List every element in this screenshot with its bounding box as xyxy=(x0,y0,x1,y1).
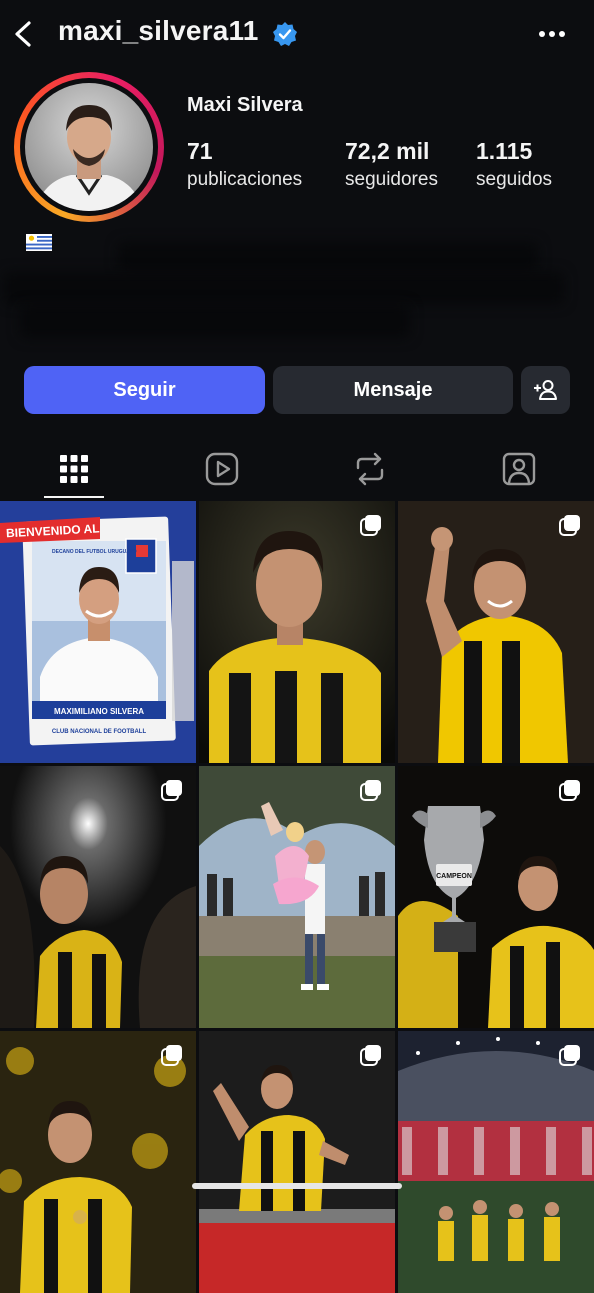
multiple-posts-icon xyxy=(161,1045,182,1066)
post-thumbnail[interactable] xyxy=(199,1031,395,1293)
stat-number: 1.115 xyxy=(476,138,533,164)
multiple-posts-icon xyxy=(360,515,381,536)
tab-posts[interactable] xyxy=(0,440,148,498)
stat-posts[interactable]: 71 publicaciones xyxy=(187,138,302,191)
post-thumbnail[interactable] xyxy=(398,501,594,763)
stat-label: seguidores xyxy=(345,169,438,190)
stat-number: 72,2 mil xyxy=(345,138,430,164)
stat-followers[interactable]: 72,2 mil seguidores xyxy=(345,138,438,191)
stat-label: publicaciones xyxy=(187,169,303,190)
add-user-button[interactable] xyxy=(521,366,570,414)
multiple-posts-icon xyxy=(360,780,381,801)
profile-username: maxi_silvera11 xyxy=(58,15,259,46)
repost-icon xyxy=(356,452,384,486)
redacted-bio xyxy=(118,242,538,272)
redacted-bio xyxy=(4,272,564,304)
avatar[interactable] xyxy=(25,83,153,211)
sticker-subtitle: DECANO DEL FUTBOL URUGUAYO xyxy=(52,549,137,555)
multiple-posts-icon xyxy=(161,780,182,801)
trophy-label: CAMPEON xyxy=(436,873,472,880)
tab-reels[interactable] xyxy=(148,440,296,498)
tab-tagged[interactable] xyxy=(445,440,593,498)
profile-header: maxi_silvera11 xyxy=(0,0,594,70)
reels-icon xyxy=(205,452,239,486)
profile-tabs xyxy=(0,440,594,498)
active-tab-indicator xyxy=(44,496,104,498)
post-thumbnail[interactable] xyxy=(398,1031,594,1293)
follow-button[interactable]: Seguir xyxy=(24,366,265,414)
multiple-posts-icon xyxy=(559,515,580,536)
home-indicator[interactable] xyxy=(192,1183,402,1189)
tagged-icon xyxy=(502,452,536,486)
uruguay-flag-icon xyxy=(26,234,52,251)
grid-icon xyxy=(60,455,88,483)
multiple-posts-icon xyxy=(559,1045,580,1066)
tab-reposts[interactable] xyxy=(296,440,444,498)
redacted-bio xyxy=(20,304,410,338)
more-horizontal-icon[interactable] xyxy=(538,30,566,38)
stat-label: seguidos xyxy=(476,169,553,190)
post-thumbnail[interactable] xyxy=(199,501,395,763)
story-ring[interactable] xyxy=(14,72,164,222)
profile-full-name: Maxi Silvera xyxy=(187,94,303,116)
post-thumbnail[interactable] xyxy=(199,766,395,1028)
multiple-posts-icon xyxy=(559,780,580,801)
stat-following[interactable]: 1.115 seguidos xyxy=(476,138,552,191)
post-thumbnail[interactable] xyxy=(0,766,196,1028)
add-person-icon xyxy=(533,380,557,400)
stat-number: 71 xyxy=(187,138,213,164)
multiple-posts-icon xyxy=(360,1045,381,1066)
post-thumbnail[interactable]: MAXIMILIANO SILVERA BIENVENIDO AL DECANO… xyxy=(0,501,196,763)
verified-badge-icon xyxy=(273,22,297,46)
sticker-caption: MAXIMILIANO SILVERA xyxy=(54,707,144,716)
chevron-left-icon[interactable] xyxy=(10,18,38,50)
message-button[interactable]: Mensaje xyxy=(273,366,513,414)
post-thumbnail[interactable] xyxy=(0,1031,196,1293)
post-thumbnail[interactable]: CAMPEON xyxy=(398,766,594,1028)
sticker-footer: CLUB NACIONAL DE FOOTBALL xyxy=(52,729,147,735)
